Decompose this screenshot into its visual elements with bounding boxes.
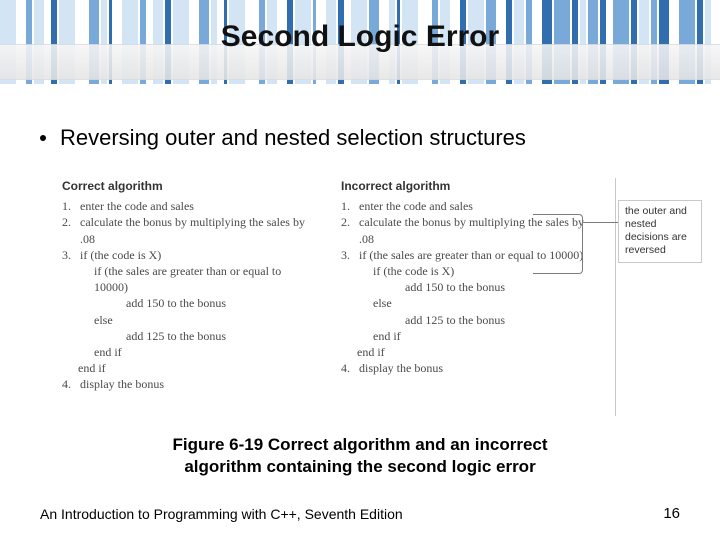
bullet-text: Reversing outer and nested selection str… xyxy=(60,125,526,151)
figure-caption: Figure 6-19 Correct algorithm and an inc… xyxy=(0,434,720,478)
incorrect-heading: Incorrect algorithm xyxy=(341,178,596,194)
bullet-item: Reversing outer and nested selection str… xyxy=(40,125,680,151)
step-text: add 125 to the bonus xyxy=(62,328,317,344)
step-number: 3. xyxy=(341,247,359,263)
slide-title: Second Logic Error xyxy=(0,20,720,54)
step-number: 3. xyxy=(62,247,80,263)
figure-panel: Correct algorithm 1.enter the code and s… xyxy=(56,178,616,416)
correct-heading: Correct algorithm xyxy=(62,178,317,194)
step-number: 2. xyxy=(62,214,80,246)
step-text: add 150 to the bonus xyxy=(341,279,596,295)
step-text: add 150 to the bonus xyxy=(62,295,317,311)
step-text: end if xyxy=(62,344,317,360)
step-number: 1. xyxy=(62,198,80,214)
step-number: 4. xyxy=(62,376,80,392)
slide-number: 16 xyxy=(663,505,680,522)
step-text: else xyxy=(341,295,596,311)
step-text: end if xyxy=(62,360,317,376)
step-text: else xyxy=(62,312,317,328)
step-text: add 125 to the bonus xyxy=(341,312,596,328)
step-text: enter the code and sales xyxy=(359,198,596,214)
correct-algorithm-column: Correct algorithm 1.enter the code and s… xyxy=(62,178,317,392)
step-number: 4. xyxy=(341,360,359,376)
footer-book-title: An Introduction to Programming with C++,… xyxy=(40,506,403,522)
callout-connector xyxy=(533,214,618,274)
step-text: end if xyxy=(341,328,596,344)
step-number: 1. xyxy=(341,198,359,214)
bullet-dot-icon xyxy=(40,135,46,141)
step-text: display the bonus xyxy=(359,360,596,376)
step-text: if (the sales are greater than or equal … xyxy=(62,263,317,295)
step-text: display the bonus xyxy=(80,376,317,392)
step-text: end if xyxy=(341,344,596,360)
callout-box: the outer and nested decisions are rever… xyxy=(618,200,702,263)
step-text: if (the code is X) xyxy=(80,247,317,263)
step-text: calculate the bonus by multiplying the s… xyxy=(80,214,317,246)
step-text: enter the code and sales xyxy=(80,198,317,214)
incorrect-algorithm-column: Incorrect algorithm 1.enter the code and… xyxy=(341,178,596,376)
caption-line: Figure 6-19 Correct algorithm and an inc… xyxy=(172,435,547,454)
step-number: 2. xyxy=(341,214,359,246)
caption-line: algorithm containing the second logic er… xyxy=(184,457,535,476)
